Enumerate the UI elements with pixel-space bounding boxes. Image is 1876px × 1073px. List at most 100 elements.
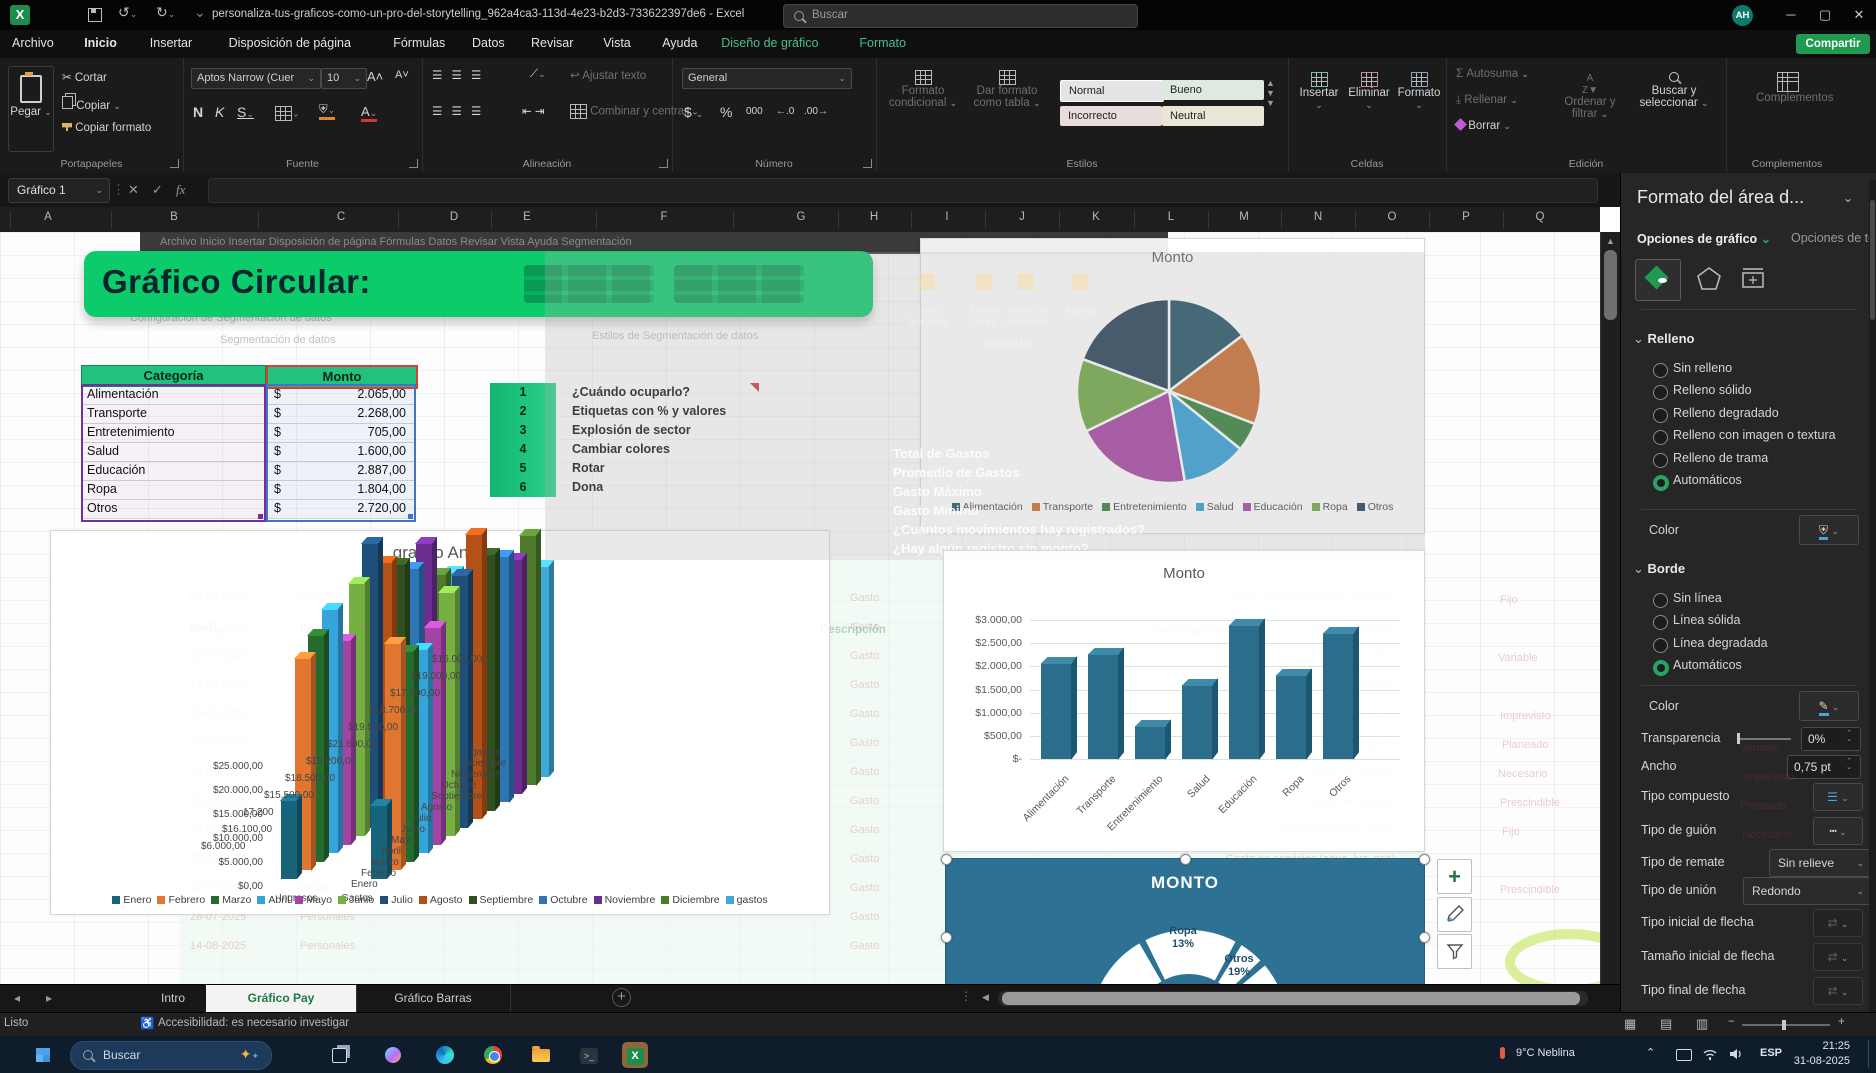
delete-cells-button[interactable]: Eliminar ⌄ (1346, 72, 1392, 111)
close-button[interactable]: ✕ (1842, 0, 1876, 30)
addins-button[interactable]: Complementos (1756, 72, 1833, 104)
column-header-B[interactable]: B (170, 211, 178, 223)
dropdown-tipo-de-remate[interactable]: Sin relieve ⌄ (1769, 849, 1871, 877)
sheet-tab-gr-fico-barras[interactable]: Gráfico Barras (356, 985, 511, 1012)
tabs-splitter-icon[interactable]: ⋮ (960, 989, 972, 1003)
undo-icon[interactable]: ↺⌄ (118, 4, 137, 21)
edge-button[interactable] (432, 1042, 458, 1068)
horizontal-align-icons[interactable]: ☰ ☰ ☰ (432, 104, 484, 118)
accessibility-status[interactable]: Accesibilidad: es necesario investigar (158, 1017, 349, 1029)
column-header-I[interactable]: I (945, 211, 948, 223)
fill-color-button[interactable]: ⛨⌄ (319, 104, 336, 120)
hscroll-left-icon[interactable]: ◀ (982, 992, 989, 1003)
bar-Entretenimiento[interactable] (1134, 719, 1172, 760)
radio-borde-l-nea-s-lida[interactable] (1653, 615, 1668, 631)
fill-color-button[interactable]: ⛨ ⌄ (1799, 515, 1859, 545)
increase-font-icon[interactable]: A˄ (367, 69, 383, 84)
pane-collapse-icon[interactable]: ⌄ (1843, 191, 1853, 205)
indent-icons[interactable]: ⇤ ⇥ (522, 104, 544, 118)
radio-borde-l-nea-degradada[interactable] (1653, 637, 1668, 653)
menu-tab-archivo[interactable]: Archivo (2, 30, 64, 58)
section-relleno[interactable]: ⌄ Relleno (1633, 331, 1695, 347)
cut-button[interactable]: ✂ Cortar (62, 70, 107, 84)
style-bueno[interactable]: Bueno (1162, 80, 1264, 100)
horizontal-scrollbar[interactable] (998, 991, 1588, 1006)
transparency-value[interactable]: 0% (1801, 727, 1861, 751)
radio-relleno-s-lido[interactable] (1653, 385, 1668, 401)
column-header-L[interactable]: L (1168, 211, 1174, 223)
taskbar-search[interactable]: Buscar ✦✦ (70, 1041, 272, 1070)
column-header-P[interactable]: P (1462, 211, 1470, 223)
column-header-J[interactable]: J (1019, 211, 1025, 223)
pane-scrollbar[interactable] (1869, 180, 1876, 1013)
column-header-O[interactable]: O (1388, 211, 1397, 223)
normal-view-icon[interactable]: ▦ (1624, 1016, 1636, 1032)
chart-donut[interactable]: MONTO Ropa 13% Otros 19% (945, 858, 1425, 984)
font-color-button[interactable]: A⌄ (361, 104, 378, 122)
cell-monto-0[interactable]: $2.065,00 (268, 385, 414, 405)
confirm-entry-icon[interactable]: ✓ (152, 182, 163, 198)
fill-line-icon-selected[interactable] (1635, 259, 1681, 301)
copilot-button[interactable] (380, 1042, 406, 1068)
name-box[interactable]: Gráfico 1 ⌄ (8, 178, 110, 203)
conditional-formatting-button[interactable]: Formato condicional ⌄ (886, 70, 960, 109)
dropdown-tipo-compuesto[interactable]: ☰ ⌄ (1813, 783, 1863, 811)
vertical-scrollbar[interactable]: ▲ (1600, 232, 1621, 984)
cell-categoria-6[interactable]: Otros (83, 499, 268, 519)
add-sheet-icon[interactable]: + (612, 988, 631, 1007)
font-dialog-launcher[interactable] (409, 159, 418, 168)
cell-monto-2[interactable]: $705,00 (268, 423, 414, 443)
radio-relleno-con-imagen-o-textura[interactable] (1653, 430, 1668, 446)
scroll-up-icon[interactable]: ▲ (1606, 236, 1615, 246)
font-size-select[interactable]: 10 ⌄ (321, 68, 367, 89)
column-header-F[interactable]: F (660, 211, 667, 223)
format-painter-button[interactable]: Copiar formato (62, 122, 151, 134)
menu-tab-f-rmulas[interactable]: Fórmulas (383, 30, 455, 58)
wrap-text-button[interactable]: ↩ Ajustar texto (570, 68, 646, 82)
copy-button[interactable]: Copiar ⌄ (62, 96, 121, 112)
cell-categoria-0[interactable]: Alimentación (83, 385, 268, 405)
cancel-entry-icon[interactable]: ✕ (128, 182, 139, 198)
dropdown-tipo-final-de-flecha[interactable]: ⇄ ⌄ (1813, 977, 1863, 1005)
chart-bar[interactable]: Monto $3.000,00 $2.500,00 $2.000,00 $1.500,… (943, 550, 1425, 852)
sheet-tab-gr-fico-pay[interactable]: Gráfico Pay (206, 985, 357, 1014)
fx-icon[interactable]: fx (176, 182, 185, 198)
page-layout-view-icon[interactable]: ▤ (1660, 1016, 1672, 1032)
decrease-font-icon[interactable]: A˅ (395, 69, 409, 81)
orientation-button[interactable]: ⟋⌄ (530, 68, 546, 81)
sheet-canvas[interactable]: Archivo Inicio Insertar Disposición de p… (0, 232, 1600, 984)
page-break-view-icon[interactable]: ▥ (1696, 1016, 1708, 1032)
banner-shape[interactable]: Gráfico Circular: (84, 251, 873, 317)
styles-gallery-scroll[interactable]: ▲ ▼ ▼ (1266, 78, 1275, 108)
effects-pentagon-icon[interactable] (1695, 265, 1723, 293)
hscroll-thumb[interactable] (1002, 992, 1580, 1005)
radio-relleno-degradado[interactable] (1653, 407, 1668, 423)
vscroll-thumb[interactable] (1604, 250, 1617, 320)
menu-tab-formato[interactable]: Formato (849, 30, 916, 58)
dropdown-tipo-de-gui-n[interactable]: ┅ ⌄ (1813, 817, 1863, 845)
find-select-button[interactable]: Buscar y seleccionar ⌄ (1634, 72, 1714, 109)
menu-tab-revisar[interactable]: Revisar (521, 30, 583, 58)
selection-handle[interactable] (941, 854, 952, 865)
italic-button[interactable]: K (215, 104, 224, 120)
underline-button[interactable]: S⌄ (237, 104, 254, 120)
weather-text[interactable]: 9°C Neblina (1516, 1047, 1575, 1059)
formula-input[interactable] (208, 178, 1598, 203)
clipboard-dialog-launcher[interactable] (170, 159, 179, 168)
clock-date[interactable]: 31-08-2025 (1790, 1055, 1850, 1067)
column-header-C[interactable]: C (337, 211, 345, 223)
vertical-align-icons[interactable]: ☰ ☰ ☰ (432, 68, 484, 82)
chart-style-button[interactable] (1437, 897, 1472, 932)
menu-tab-insertar[interactable]: Insertar (140, 30, 202, 58)
dropdown-tipo-de-uni-n[interactable]: Redondo ⌄ (1743, 877, 1871, 905)
clock-time[interactable]: 21:25 (1798, 1040, 1850, 1052)
column-header-D[interactable]: D (450, 211, 458, 223)
cell-categoria-4[interactable]: Educación (83, 461, 268, 481)
cell-monto-5[interactable]: $1.804,00 (268, 480, 414, 500)
selection-handle[interactable] (1419, 932, 1430, 943)
style-incorrecto[interactable]: Incorrecto (1060, 106, 1162, 126)
table-header-categoria[interactable]: Categoría (81, 365, 266, 387)
file-explorer-button[interactable] (528, 1042, 554, 1068)
pane-scroll-thumb[interactable] (1870, 200, 1875, 320)
selection-handle[interactable] (1180, 854, 1191, 865)
